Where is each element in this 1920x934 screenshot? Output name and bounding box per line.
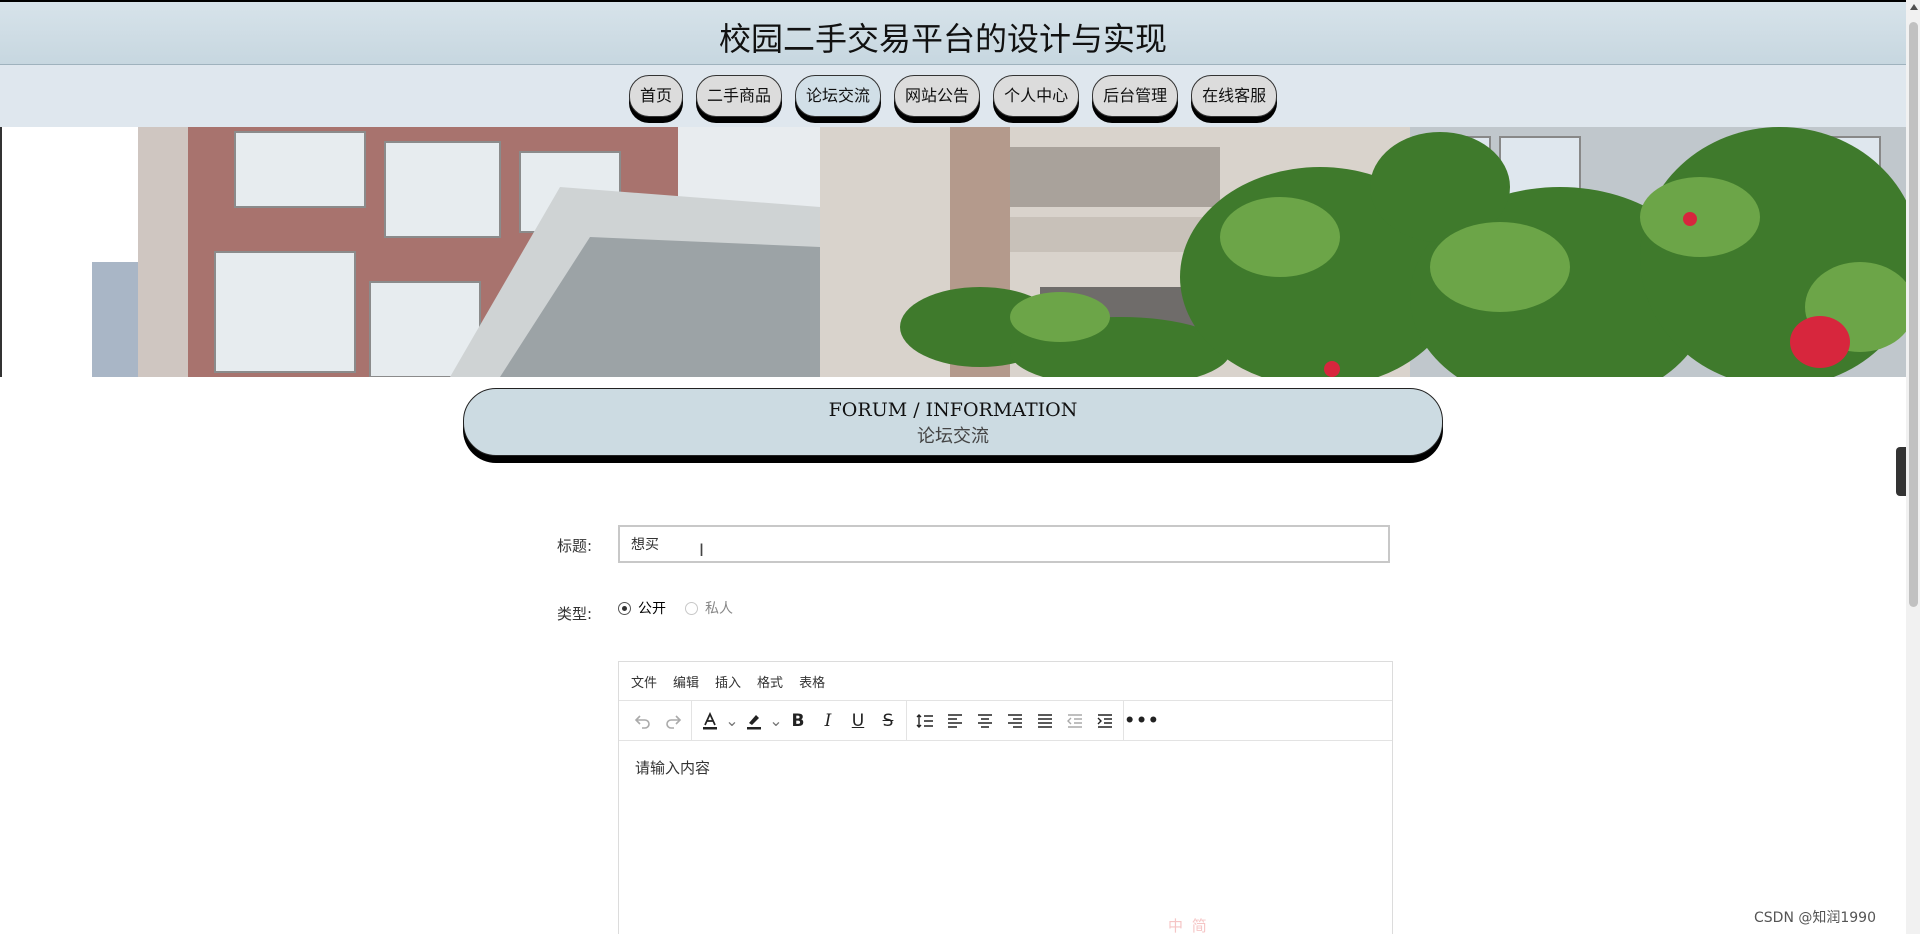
ime-toolbar: 中 简	[1168, 917, 1209, 934]
align-left-icon[interactable]	[940, 706, 970, 736]
nav-announcements[interactable]: 网站公告	[894, 75, 981, 117]
editor-menubar: 文件 编辑 插入 格式 表格	[619, 662, 1392, 701]
menu-insert[interactable]: 插入	[715, 672, 741, 691]
editor-content[interactable]: 请输入内容	[619, 741, 1392, 794]
align-center-icon[interactable]	[970, 706, 1000, 736]
italic-icon[interactable]: I	[813, 706, 843, 736]
section-title-cn: 论坛交流	[917, 426, 989, 447]
menu-edit[interactable]: 编辑	[673, 672, 699, 691]
highlight-icon[interactable]	[739, 706, 769, 736]
main-nav: 首页 二手商品 论坛交流 网站公告 个人中心 后台管理 在线客服	[629, 75, 1278, 117]
nav-admin[interactable]: 后台管理	[1092, 75, 1179, 117]
chevron-down-icon[interactable]: ⌄	[725, 706, 739, 736]
underline-icon[interactable]: U	[843, 706, 873, 736]
type-radio-group: 公开 私人	[618, 598, 733, 618]
nav-bar: 首页 二手商品 论坛交流 网站公告 个人中心 后台管理 在线客服	[0, 65, 1906, 127]
nav-home[interactable]: 首页	[629, 75, 684, 117]
align-right-icon[interactable]	[1000, 706, 1030, 736]
radio-private-label[interactable]: 私人	[705, 598, 733, 618]
rich-text-editor: 文件 编辑 插入 格式 表格 ⌄ ⌄ B I U S ••• 请输入内容	[618, 661, 1393, 934]
site-header: 校园二手交易平台的设计与实现	[0, 0, 1906, 65]
nav-customer-service[interactable]: 在线客服	[1191, 75, 1278, 117]
outdent-icon[interactable]	[1060, 706, 1090, 736]
menu-format[interactable]: 格式	[757, 672, 783, 691]
font-color-icon[interactable]	[695, 706, 725, 736]
strikethrough-icon[interactable]: S	[873, 706, 903, 736]
title-label: 标题:	[557, 537, 593, 555]
menu-table[interactable]: 表格	[799, 672, 825, 691]
campus-banner-image	[0, 127, 1906, 377]
csdn-watermark: CSDN @知润1990	[1754, 910, 1876, 926]
scrollbar-thumb[interactable]	[1909, 22, 1918, 607]
campus-banner	[0, 127, 1906, 377]
line-height-icon[interactable]	[910, 706, 940, 736]
radio-private[interactable]	[685, 601, 698, 615]
type-label: 类型:	[557, 605, 593, 623]
radio-public-label[interactable]: 公开	[638, 598, 666, 618]
section-title-en: FORUM / INFORMATION	[828, 399, 1078, 421]
nav-user-center[interactable]: 个人中心	[993, 75, 1080, 117]
section-header: FORUM / INFORMATION 论坛交流	[463, 388, 1443, 456]
bold-icon[interactable]: B	[783, 706, 813, 736]
site-title: 校园二手交易平台的设计与实现	[718, 20, 1167, 58]
toolbar-divider	[691, 701, 692, 740]
text-cursor-icon: I	[699, 541, 705, 561]
indent-icon[interactable]	[1090, 706, 1120, 736]
nav-forum[interactable]: 论坛交流	[795, 75, 882, 117]
align-justify-icon[interactable]	[1030, 706, 1060, 736]
editor-toolbar: ⌄ ⌄ B I U S •••	[619, 701, 1392, 741]
more-icon[interactable]: •••	[1124, 706, 1159, 736]
undo-icon[interactable]	[628, 706, 658, 736]
nav-secondhand-goods[interactable]: 二手商品	[696, 75, 783, 117]
title-input[interactable]	[618, 525, 1390, 563]
scroll-up-arrow-icon[interactable]	[1910, 4, 1918, 10]
toolbar-divider	[906, 701, 907, 740]
radio-public[interactable]	[618, 601, 631, 615]
redo-icon[interactable]	[658, 706, 688, 736]
chevron-down-icon[interactable]: ⌄	[769, 706, 783, 736]
menu-file[interactable]: 文件	[631, 672, 657, 691]
